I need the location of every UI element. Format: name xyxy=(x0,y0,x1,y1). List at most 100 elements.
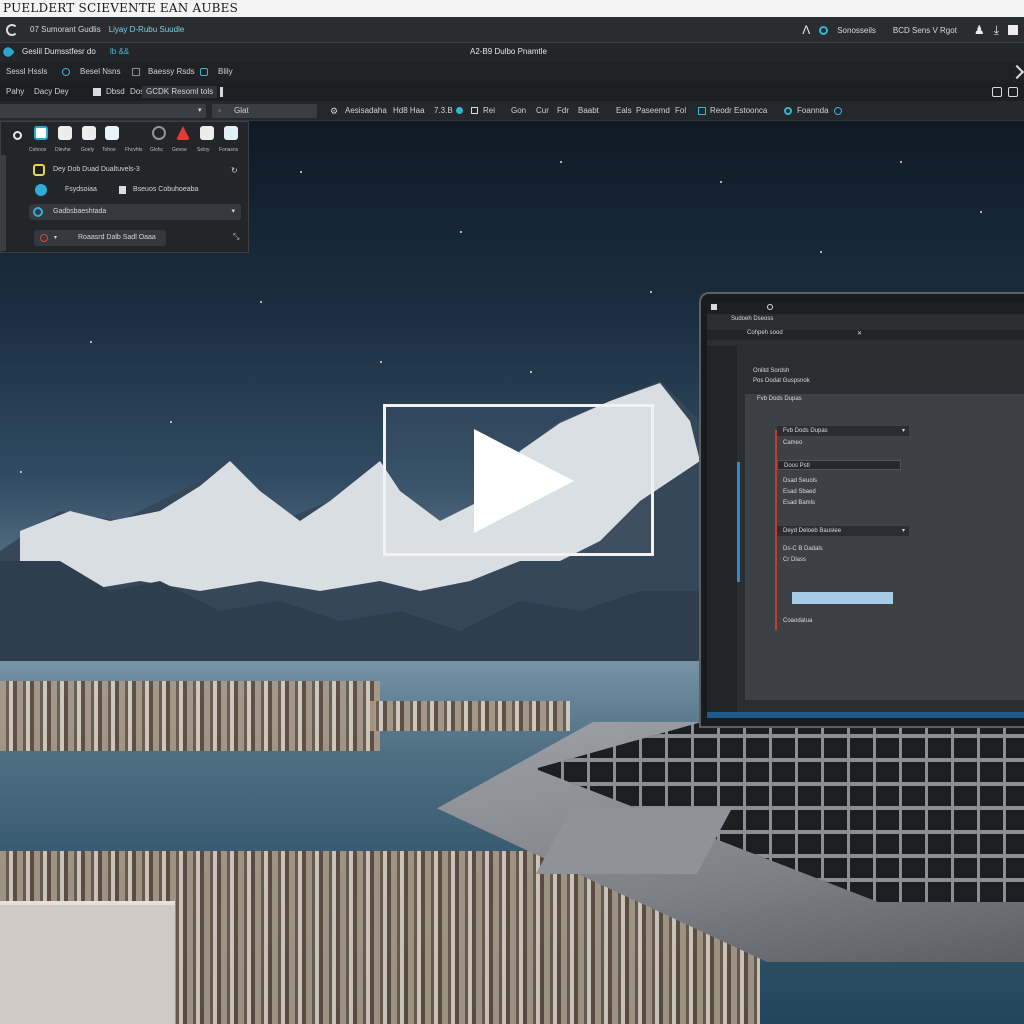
list-item[interactable]: Esad Sbaed xyxy=(783,487,817,498)
toolbar-item[interactable]: Sessl Hssls xyxy=(6,61,47,83)
laptop-tab[interactable]: Cohpeh sood xyxy=(747,330,783,336)
panel-row-label: Dey Dob Duad Dualtuvels-3 xyxy=(53,166,140,173)
toolbar-item[interactable]: Rei xyxy=(483,101,495,121)
user-icon[interactable]: ♟ xyxy=(974,23,985,37)
tool-fhcvhts-icon[interactable] xyxy=(152,126,166,140)
toolbar-item[interactable]: Paseemd xyxy=(636,101,670,121)
panel-row[interactable]: Dey Dob Duad Dualtuvels-3 xyxy=(29,162,229,178)
app-icon[interactable] xyxy=(711,304,717,310)
project-title: A2-B9 Dulbo Pnamtle xyxy=(470,47,547,56)
tool-dlevhe-icon[interactable] xyxy=(58,126,72,140)
tool-gevoe-icon[interactable] xyxy=(200,126,214,140)
save-icon[interactable] xyxy=(93,88,101,96)
document-name[interactable]: Geslil Dumsstfesr do xyxy=(22,43,96,61)
input-value: Doos Pstl xyxy=(784,463,810,469)
menu-item[interactable]: 07 Sumorant Gudlis xyxy=(30,25,101,34)
resize-icon[interactable]: ⤡ xyxy=(233,232,239,242)
window-icon[interactable] xyxy=(1008,87,1018,97)
toolbar-item[interactable]: Baabt xyxy=(578,101,599,121)
chevron-down-icon[interactable]: ▾ xyxy=(54,230,57,246)
frame-icon[interactable] xyxy=(132,68,140,76)
panel-row-selected[interactable]: Gadbsbaeshtada ▾ xyxy=(29,204,241,220)
tool-label: Seloy xyxy=(197,147,210,153)
settings-icon[interactable] xyxy=(834,107,842,115)
tool-seloy-icon[interactable] xyxy=(224,126,238,140)
toolbar-item[interactable]: Reodr Estoonca xyxy=(710,101,767,121)
toolbar-item[interactable]: Cur xyxy=(536,101,549,121)
toolbar-item[interactable]: Eals xyxy=(616,101,632,121)
laptop-scroll-indicator[interactable] xyxy=(737,462,740,582)
filter-label[interactable]: Glat xyxy=(234,101,249,121)
chevron-right-icon[interactable] xyxy=(1009,64,1024,80)
toolbar-item[interactable]: 7.3.B xyxy=(434,101,453,121)
tool-tohoe-icon[interactable] xyxy=(105,126,119,140)
layers-icon[interactable] xyxy=(200,68,208,76)
chevron-down-icon[interactable]: ▾ xyxy=(231,204,235,220)
toolbar-item[interactable]: Besel Nsns xyxy=(80,61,120,83)
refresh-icon[interactable]: ↻ xyxy=(231,166,238,175)
search-icon[interactable] xyxy=(767,304,773,310)
star xyxy=(720,181,722,183)
tool-cehoos-icon[interactable] xyxy=(34,126,48,140)
laptop-dropdown[interactable]: Fvb Dods Dupas ▾ xyxy=(777,426,909,436)
menu-item[interactable]: Liyay D-Rubu Suudle xyxy=(109,25,185,34)
list-item[interactable]: Ds-C B Dadals xyxy=(783,544,823,555)
toolbar-item[interactable]: Dbsd xyxy=(106,83,125,101)
filter-field[interactable] xyxy=(212,104,317,118)
toolbar-tertiary: ▾ ◦ Glat ⚙ Aesisadaha Hd8 Haa 7.3.B Rei … xyxy=(0,101,1024,121)
gear-icon[interactable]: ⚙ xyxy=(330,101,338,121)
toolbar-field[interactable]: GCDK Resoml tols xyxy=(142,86,218,98)
toolbar-item[interactable]: Fdr xyxy=(557,101,569,121)
list-item[interactable]: Dsad Seuols xyxy=(783,476,817,487)
list-item[interactable]: Esad Bamls xyxy=(783,498,817,509)
dropdown-label: Fvb Dods Dupas xyxy=(783,428,828,434)
info-icon[interactable] xyxy=(456,107,463,114)
menubar-status-label-2[interactable]: BCD Sens V Rgot xyxy=(893,26,957,35)
chevron-down-icon[interactable]: ▾ xyxy=(198,101,202,121)
search-field[interactable] xyxy=(0,104,206,118)
toolbar-item[interactable]: Gon xyxy=(511,101,526,121)
laptop-tab[interactable]: Onlitd Sordsh xyxy=(753,368,789,374)
app-logo-icon[interactable] xyxy=(6,23,18,36)
toolbar-item[interactable]: Blily xyxy=(218,61,233,83)
toolbar-item[interactable]: Pahy xyxy=(6,83,24,101)
laptop-input[interactable]: Doos Pstl xyxy=(777,460,901,470)
refresh-icon[interactable] xyxy=(62,68,70,76)
menubar-right: Λ Sonosseils BCD Sens V Rgot ♟ ⤓ xyxy=(802,17,1018,43)
laptop-dropdown-2[interactable]: Deyd Deloeb Bauslee ▾ xyxy=(777,526,909,536)
tool-glohc-icon[interactable] xyxy=(176,126,190,140)
toolbar-item[interactable]: Fol xyxy=(675,101,686,121)
close-icon[interactable]: ✕ xyxy=(857,330,862,337)
heart-icon[interactable] xyxy=(1,45,15,59)
screen-icon[interactable] xyxy=(992,87,1002,97)
download-icon[interactable]: ⤓ xyxy=(994,23,999,38)
menubar-status-label[interactable]: Sonosseils xyxy=(837,26,876,35)
menubar: 07 Sumorant Gudlis Liyay D-Rubu Suudle Λ… xyxy=(0,17,1024,43)
export-icon[interactable] xyxy=(698,107,706,115)
play-icon[interactable] xyxy=(474,429,574,533)
panel-row[interactable]: Fsydsoiaa Bseuos Cobuhoeaba xyxy=(29,182,229,198)
toolbar-item[interactable]: Baessy Rsds xyxy=(148,61,195,83)
target-icon[interactable] xyxy=(784,107,792,115)
grid-icon[interactable] xyxy=(471,107,478,114)
panel-row[interactable]: ▾ Roaasrd Dalb Sadl Oaaa xyxy=(34,230,166,246)
panel-scrollbar[interactable] xyxy=(1,155,6,251)
toolbar-item[interactable]: Hd8 Haa xyxy=(393,101,425,121)
caret-up-icon[interactable]: Λ xyxy=(802,23,810,37)
tool-goely-icon[interactable] xyxy=(82,126,96,140)
window-maximize-icon[interactable] xyxy=(1008,25,1018,35)
video-preview-frame[interactable] xyxy=(383,404,654,556)
laptop-footer-label: Coaodatua xyxy=(783,618,813,624)
toolbar-item[interactable]: Foannda xyxy=(797,101,829,121)
laptop-tab[interactable]: Pos Dodat Guspsnok xyxy=(753,378,810,384)
toolbar-item[interactable]: Dacy Dey xyxy=(34,83,69,101)
laptop-properties-header: Fvb Dods Dupas xyxy=(707,396,1024,406)
laptop-toolbar: Sudoeh Dseoss xyxy=(707,316,1024,326)
sync-icon[interactable] xyxy=(819,25,829,35)
list-item[interactable]: Cr Dlass xyxy=(783,555,823,566)
circle-icon[interactable]: ◦ xyxy=(218,101,221,121)
tool-label: Dlevhe xyxy=(55,147,71,153)
toolbar-item[interactable]: Aesisadaha xyxy=(345,101,387,121)
laptop-highlighted-clip[interactable] xyxy=(792,592,893,604)
search-icon[interactable] xyxy=(13,131,22,140)
